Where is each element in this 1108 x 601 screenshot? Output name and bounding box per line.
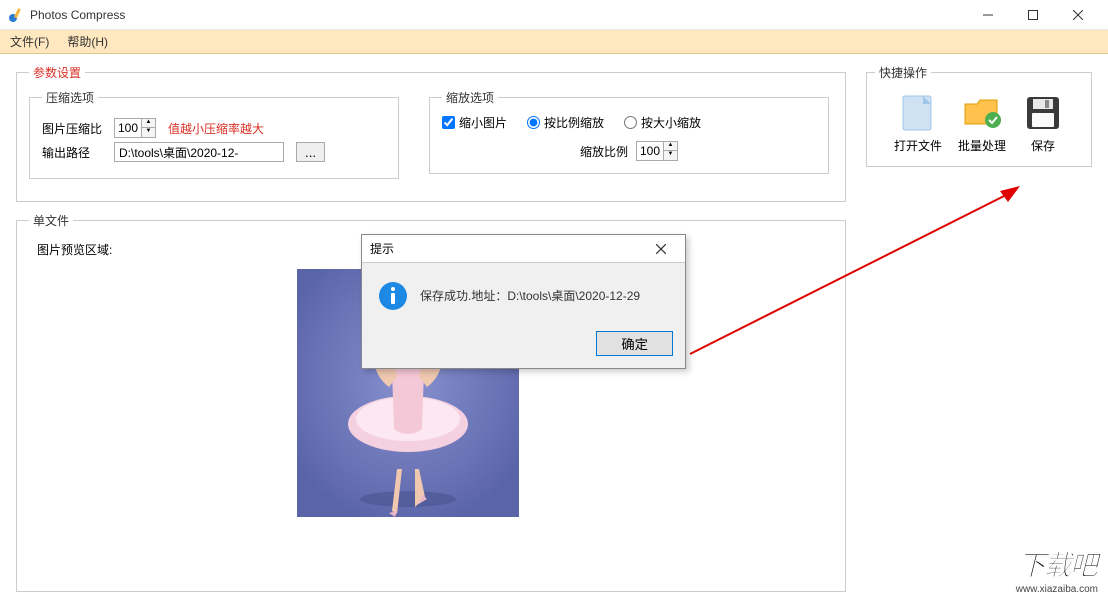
watermark-cn: 下载吧 [1018, 544, 1096, 584]
compress-ratio-up[interactable]: ▲ [141, 119, 155, 128]
open-file-button[interactable]: 打开文件 [894, 93, 942, 154]
batch-label: 批量处理 [958, 137, 1006, 154]
window-title: Photos Compress [30, 8, 965, 22]
scale-options-group: 缩放选项 缩小图片 按比例缩放 按大小缩放 [429, 89, 829, 174]
watermark-url: www.xiazaiba.com [1016, 584, 1098, 595]
scale-by-ratio-radio[interactable] [527, 116, 540, 129]
dialog-title: 提示 [370, 240, 645, 257]
dialog-close-button[interactable] [645, 237, 677, 261]
maximize-button[interactable] [1010, 0, 1055, 30]
dialog-message: 保存成功.地址：D:\tools\桌面\2020-12-29 [420, 281, 640, 304]
watermark: 下载吧 www.xiazaiba.com [1016, 544, 1098, 595]
quick-legend: 快捷操作 [875, 64, 931, 81]
menu-file[interactable]: 文件(F) [10, 33, 49, 50]
info-icon [378, 281, 408, 311]
scale-by-ratio-label[interactable]: 按比例缩放 [527, 114, 604, 131]
batch-process-button[interactable]: 批量处理 [958, 93, 1006, 154]
shrink-text: 缩小图片 [459, 114, 507, 131]
floppy-save-icon [1022, 93, 1064, 133]
quick-actions-fieldset: 快捷操作 打开文件 批量处理 保存 [866, 64, 1092, 167]
scale-ratio-up[interactable]: ▲ [663, 142, 677, 151]
save-label: 保存 [1031, 137, 1055, 154]
scale-by-ratio-text: 按比例缩放 [544, 114, 604, 131]
open-file-label: 打开文件 [894, 137, 942, 154]
compress-ratio-down[interactable]: ▼ [141, 128, 155, 137]
single-file-legend: 单文件 [29, 212, 73, 229]
scale-ratio-label: 缩放比例 [580, 143, 628, 160]
compress-legend: 压缩选项 [42, 89, 98, 106]
title-bar: Photos Compress [0, 0, 1108, 30]
params-fieldset: 参数设置 压缩选项 图片压缩比 ▲ ▼ 值越小压缩率越大 输出路径 [16, 64, 846, 202]
dialog-ok-button[interactable]: 确定 [596, 331, 673, 356]
app-icon [8, 7, 24, 23]
scale-ratio-down[interactable]: ▼ [663, 151, 677, 160]
scale-legend: 缩放选项 [442, 89, 498, 106]
scale-ratio-input[interactable] [637, 142, 663, 160]
menu-bar: 文件(F) 帮助(H) [0, 30, 1108, 54]
output-path-label: 输出路径 [42, 144, 106, 161]
compress-ratio-input[interactable] [115, 119, 141, 137]
close-button[interactable] [1055, 0, 1100, 30]
shrink-checkbox-label[interactable]: 缩小图片 [442, 114, 507, 131]
scale-ratio-stepper[interactable]: ▲ ▼ [636, 141, 678, 161]
output-path-input[interactable] [114, 142, 284, 162]
scale-by-size-text: 按大小缩放 [641, 114, 701, 131]
scale-by-size-radio[interactable] [624, 116, 637, 129]
minimize-button[interactable] [965, 0, 1010, 30]
shrink-checkbox[interactable] [442, 116, 455, 129]
file-icon [897, 93, 939, 133]
compress-ratio-stepper[interactable]: ▲ ▼ [114, 118, 156, 138]
browse-button[interactable]: ... [296, 142, 325, 162]
params-legend: 参数设置 [29, 64, 85, 81]
menu-help[interactable]: 帮助(H) [67, 33, 108, 50]
scale-by-size-label[interactable]: 按大小缩放 [624, 114, 701, 131]
compress-options-group: 压缩选项 图片压缩比 ▲ ▼ 值越小压缩率越大 输出路径 ... [29, 89, 399, 179]
compress-ratio-hint: 值越小压缩率越大 [168, 120, 264, 137]
message-dialog: 提示 保存成功.地址：D:\tools\桌面\2020-12-29 确定 [361, 234, 686, 369]
folder-check-icon [961, 93, 1003, 133]
compress-ratio-label: 图片压缩比 [42, 120, 106, 137]
save-button[interactable]: 保存 [1022, 93, 1064, 154]
